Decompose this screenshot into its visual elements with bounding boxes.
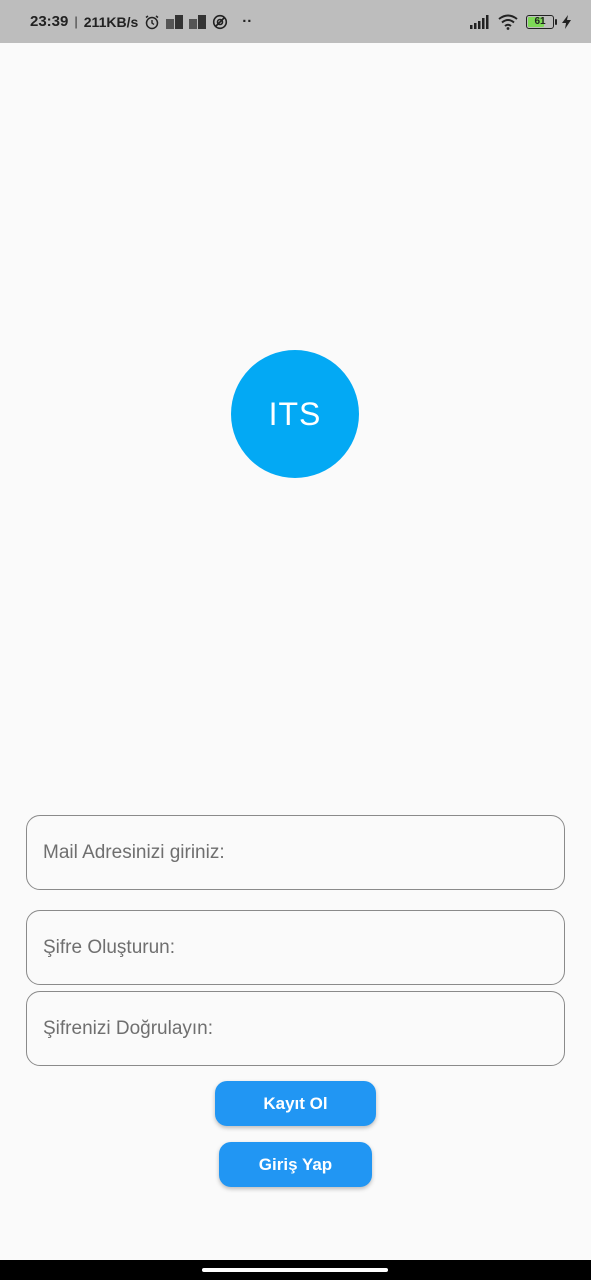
register-screen: 23:39 | 211KB/s ·· 61 ITS Mail Adresiniz…	[0, 0, 591, 1280]
email-field-container	[26, 815, 565, 890]
register-button[interactable]: Kayıt Ol	[215, 1081, 376, 1126]
signal-icon	[470, 14, 490, 29]
battery-icon: 61	[526, 14, 557, 29]
password-field-container	[26, 910, 565, 985]
wifi-icon	[498, 14, 518, 30]
status-separator: |	[74, 14, 78, 29]
navigation-bar	[0, 1260, 591, 1280]
password-field[interactable]	[41, 935, 564, 960]
charging-icon	[562, 14, 571, 29]
battery-level: 61	[534, 16, 546, 27]
its-logo: ITS	[231, 350, 359, 478]
vpn-icon	[212, 14, 228, 30]
notification-icon-2	[189, 14, 207, 29]
email-field[interactable]	[41, 840, 564, 865]
alarm-icon	[144, 14, 160, 30]
logo-text: ITS	[268, 395, 322, 432]
confirm-password-field-container	[26, 991, 565, 1066]
status-left: 23:39 | 211KB/s ··	[30, 13, 252, 30]
clock: 23:39	[30, 13, 69, 30]
home-indicator[interactable]	[202, 1268, 388, 1272]
login-button[interactable]: Giriş Yap	[219, 1142, 372, 1187]
network-speed: 211KB/s	[83, 13, 139, 30]
confirm-password-field[interactable]	[41, 1016, 564, 1041]
status-right: 61	[470, 14, 571, 30]
more-dots-icon: ··	[242, 13, 253, 30]
notification-icon	[166, 14, 184, 29]
status-bar: 23:39 | 211KB/s ·· 61	[0, 0, 591, 43]
